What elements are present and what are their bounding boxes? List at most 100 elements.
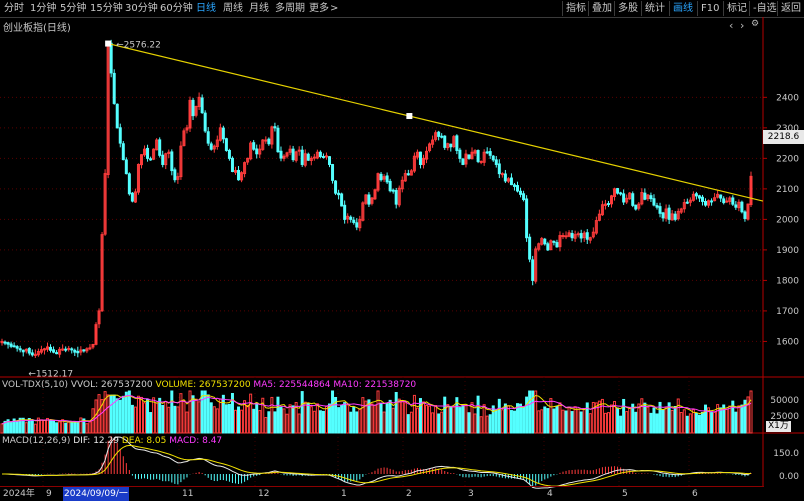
volume-bar — [349, 411, 353, 434]
volume-bar — [691, 409, 695, 434]
volume-bar — [337, 407, 341, 434]
volume-bar — [376, 390, 380, 434]
candle-body — [203, 112, 207, 132]
volume-bar — [291, 405, 295, 434]
candle-body — [661, 212, 665, 219]
volume-bar — [124, 391, 128, 434]
volume-bar — [385, 403, 389, 434]
month-label: 11 — [182, 489, 194, 499]
candle-body — [516, 185, 520, 192]
volume-bar — [576, 408, 580, 434]
volume-bar — [288, 404, 292, 434]
candle-body — [55, 352, 59, 355]
candle-body — [12, 345, 16, 348]
volume-bar — [440, 411, 444, 434]
candle-body — [30, 352, 34, 356]
volume-bar — [552, 408, 556, 434]
volume-bar — [397, 398, 401, 434]
volume-bar — [15, 420, 19, 434]
candle-body — [564, 235, 568, 238]
volume-bar — [146, 398, 150, 434]
legend-value: DIF: 12.29 — [73, 436, 119, 446]
volume-bars: 5000025000 — [0, 390, 799, 434]
candle-body — [206, 131, 210, 144]
volume-bar — [434, 405, 438, 434]
volume-bar — [379, 402, 383, 434]
volume-bar — [73, 420, 77, 434]
kline-chart[interactable]: ←2576.22←1512.17 16001700180019002000210… — [0, 0, 804, 500]
volume-bar — [52, 420, 56, 434]
volume-bar — [130, 404, 134, 434]
volume-bar — [167, 406, 171, 434]
candle-body — [494, 159, 498, 165]
volume-bar — [240, 409, 244, 434]
volume-bar — [573, 406, 577, 434]
volume-bar — [233, 409, 237, 434]
candle-body — [697, 195, 701, 199]
volume-bar — [610, 404, 614, 434]
month-label: 3 — [468, 489, 474, 499]
volume-bar — [549, 398, 553, 434]
candle-body — [343, 204, 347, 220]
candle-body — [685, 201, 689, 204]
candle-body — [3, 341, 7, 344]
volume-bar — [546, 408, 550, 434]
candle-body — [237, 169, 241, 181]
volume-bar — [273, 411, 277, 434]
candle-body — [70, 348, 74, 351]
candle-body — [349, 216, 353, 220]
volume-bar — [206, 394, 210, 434]
high-price-label: ←2576.22 — [116, 41, 161, 51]
volume-bar — [161, 404, 165, 434]
candle-body — [385, 175, 389, 183]
candle-body — [443, 135, 447, 148]
volume-bar — [412, 394, 416, 434]
volume-bar — [42, 419, 46, 434]
candle-body — [740, 201, 744, 213]
candle-body — [606, 203, 610, 206]
volume-bar — [109, 394, 113, 434]
candle-body — [512, 184, 516, 187]
volume-bar — [237, 406, 241, 434]
volume-bar — [422, 401, 426, 434]
volume-bar — [133, 406, 137, 434]
volume-bar — [528, 390, 532, 434]
candle-body — [6, 342, 10, 345]
volume-bar — [391, 407, 395, 434]
candle-body — [276, 127, 280, 153]
volume-bar — [297, 413, 301, 434]
candle-body — [115, 103, 119, 129]
volume-bar — [519, 403, 523, 434]
volume-bar — [30, 419, 34, 434]
volume-bar — [579, 411, 583, 434]
price-tick-label: 1900 — [776, 246, 799, 256]
candle-body — [158, 139, 162, 156]
volume-bar — [628, 406, 632, 434]
volume-bar — [734, 411, 738, 434]
volume-bar — [700, 411, 704, 434]
volume-bar — [64, 422, 68, 434]
volume-bar — [33, 423, 37, 434]
volume-bar — [737, 405, 741, 434]
macd-tick-label: 0.00 — [779, 472, 799, 482]
candle-body — [9, 343, 13, 347]
volume-bar — [619, 415, 623, 434]
volume-bar — [488, 414, 492, 434]
volume-bar — [646, 406, 650, 434]
cursor-date-label: 2024/09/09/一 — [63, 487, 129, 501]
volume-bar — [373, 404, 377, 434]
candle-body — [652, 198, 656, 206]
candle-body — [719, 194, 723, 199]
trendline-drawing: ←2576.22 ←1512.17 — [28, 40, 764, 379]
volume-bar — [179, 393, 183, 434]
candle-body — [437, 131, 441, 137]
volume-bar — [327, 403, 331, 434]
volume-bar — [570, 411, 574, 434]
trendline-handle — [406, 113, 413, 120]
price-tick-label: 1800 — [776, 276, 799, 286]
candle-body — [73, 349, 77, 353]
date-axis: 2024年 2024/09/09/一 9 11 12 1 2 3 4 5 6 — [0, 486, 764, 501]
volume-bar — [431, 412, 435, 434]
volume-bar — [506, 405, 510, 434]
volume-bar — [224, 404, 228, 434]
